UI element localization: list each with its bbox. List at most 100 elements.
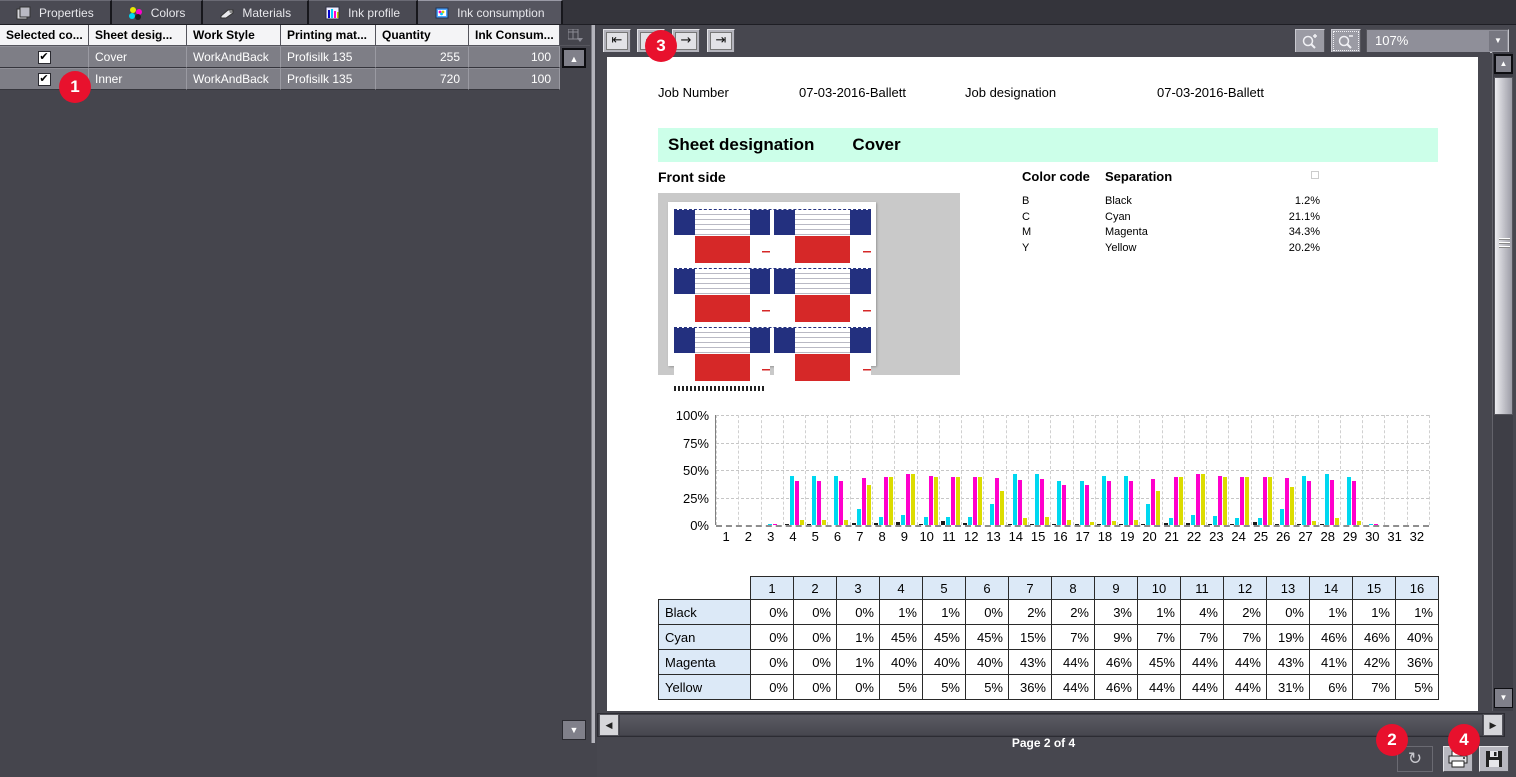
blue-block <box>850 269 871 294</box>
chart-x-tick: 27 <box>1294 529 1316 544</box>
ink-table-cell: 0% <box>751 650 794 675</box>
chart-bar-black <box>1141 524 1145 525</box>
chart-bar-group <box>1117 476 1139 526</box>
chart-bar-black <box>1297 524 1301 525</box>
chart-bar-group <box>917 476 939 526</box>
chart-bar-group <box>850 478 872 525</box>
zoom-out-button[interactable] <box>1331 29 1361 53</box>
chart-bar-cyan <box>1302 476 1306 526</box>
tab-ink-profile[interactable]: Ink profile <box>309 0 418 24</box>
left-scrollbar-up-button[interactable]: ▲ <box>562 48 586 68</box>
left-scrollbar-down-button[interactable]: ▼ <box>562 720 586 740</box>
horizontal-scrollbar[interactable]: ◀ ▶ <box>597 713 1505 737</box>
chart-bar-cyan <box>1146 504 1150 525</box>
column-header-selected[interactable]: Selected co... <box>0 25 89 46</box>
horizontal-scrollbar-thumb[interactable] <box>620 715 1482 735</box>
chart-bar-group <box>872 477 894 525</box>
scroll-down-button[interactable]: ▼ <box>1494 688 1513 708</box>
column-header-ink-consumption[interactable]: Ink Consum... <box>469 25 560 46</box>
ink-table-cell: 36% <box>1396 650 1439 675</box>
dropdown-arrow-icon[interactable]: ▼ <box>1489 31 1507 51</box>
ink-table-cell: 46% <box>1095 675 1138 700</box>
column-header-quantity[interactable]: Quantity <box>376 25 469 46</box>
scroll-right-button[interactable]: ▶ <box>1483 714 1503 736</box>
ink-table-column-header: 2 <box>794 577 837 600</box>
chart-bar-magenta <box>1285 478 1289 525</box>
tab-colors[interactable]: Colors <box>112 0 204 24</box>
zoom-in-button[interactable] <box>1295 29 1325 53</box>
vertical-scrollbar-thumb[interactable] <box>1494 77 1513 415</box>
ink-table-column-header: 6 <box>966 577 1009 600</box>
chart-bar-black <box>1097 524 1101 525</box>
zoom-level-dropdown[interactable]: 107% ▼ <box>1366 29 1509 53</box>
blue-block <box>750 328 771 353</box>
sheet-barcode-strip <box>674 386 764 391</box>
save-button[interactable] <box>1479 746 1509 772</box>
column-header-printing-material[interactable]: Printing mat... <box>281 25 376 46</box>
chart-bar-magenta <box>1085 485 1089 525</box>
separation-value: 1.2% <box>1295 195 1320 207</box>
ink-table-header-row: 12345678910111213141516 <box>659 577 1439 600</box>
ink-table-cell: 0% <box>751 675 794 700</box>
ticket-row-red <box>674 295 871 322</box>
chart-bar-cyan <box>1325 474 1329 525</box>
ink-table-cell: 5% <box>880 675 923 700</box>
chart-bar-group <box>939 477 961 525</box>
job-number-label: Job Number <box>658 85 729 100</box>
chart-bar-group <box>1206 476 1228 526</box>
separation-row: CCyan21.1% <box>1022 211 1320 227</box>
panel-divider[interactable] <box>591 25 595 743</box>
selected-checkbox[interactable]: ✔ <box>38 51 51 64</box>
chart-x-tick: 25 <box>1250 529 1272 544</box>
chart-bar-magenta <box>1151 479 1155 525</box>
white-block <box>750 236 771 263</box>
tab-materials[interactable]: Materials <box>203 0 309 24</box>
ink-table-cell: 0% <box>794 625 837 650</box>
sheet-preview-thumbnail <box>658 193 960 375</box>
separation-code: C <box>1022 211 1030 223</box>
cell-ink-consumption: 100 <box>469 68 560 90</box>
chart-bar-black <box>1230 524 1234 525</box>
ink-table-cell: 1% <box>837 650 880 675</box>
chart-vgridline <box>761 415 762 525</box>
tab-ink-consumption[interactable]: Ink consumption <box>418 0 562 24</box>
chart-x-tick: 9 <box>893 529 915 544</box>
selected-checkbox[interactable]: ✔ <box>38 73 51 86</box>
cell-sheet-designation: Cover <box>89 46 187 68</box>
chart-vgridline <box>1362 415 1363 525</box>
chart-x-tick: 28 <box>1317 529 1339 544</box>
scroll-left-button[interactable]: ◀ <box>599 714 619 736</box>
chart-bar-black <box>852 523 856 525</box>
ticket-row-blue <box>674 268 871 294</box>
column-header-sheet-designation[interactable]: Sheet desig... <box>89 25 187 46</box>
ink-table-cell: 1% <box>1396 600 1439 625</box>
chart-x-tick: 4 <box>782 529 804 544</box>
separation-name: Magenta <box>1105 226 1148 238</box>
last-page-button[interactable]: ⇥ <box>707 29 735 53</box>
last-page-icon: ⇥ <box>710 32 732 50</box>
table-row-cover[interactable]: ✔ Cover WorkAndBack Profisilk 135 255 10… <box>0 46 560 68</box>
chart-bar-yellow <box>1067 520 1071 526</box>
chart-bar-magenta <box>906 474 910 525</box>
chart-bar-magenta <box>884 477 888 525</box>
chart-y-tick: 25% <box>647 491 709 506</box>
column-header-work-style[interactable]: Work Style <box>187 25 281 46</box>
separation-row: MMagenta34.3% <box>1022 226 1320 242</box>
first-page-button[interactable]: ⇤ <box>603 29 631 53</box>
chart-bar-yellow <box>1000 491 1004 525</box>
chart-bar-magenta <box>1018 480 1022 525</box>
chart-x-tick: 30 <box>1361 529 1383 544</box>
column-picker-icon[interactable] <box>560 25 590 46</box>
vertical-scrollbar[interactable]: ▲ ▼ <box>1492 52 1513 711</box>
ink-table-column-header: 13 <box>1267 577 1310 600</box>
chart-x-tick: 2 <box>737 529 759 544</box>
chart-bar-magenta <box>1107 481 1111 525</box>
tab-properties[interactable]: Properties <box>0 0 112 24</box>
label-block <box>695 269 750 294</box>
ink-table-cell: 40% <box>1396 625 1439 650</box>
ink-table-cell: 6% <box>1310 675 1353 700</box>
chart-x-tick: 22 <box>1183 529 1205 544</box>
chart-bar-magenta <box>862 478 866 525</box>
scroll-up-button[interactable]: ▲ <box>1494 54 1513 74</box>
tab-label: Ink profile <box>348 6 400 20</box>
